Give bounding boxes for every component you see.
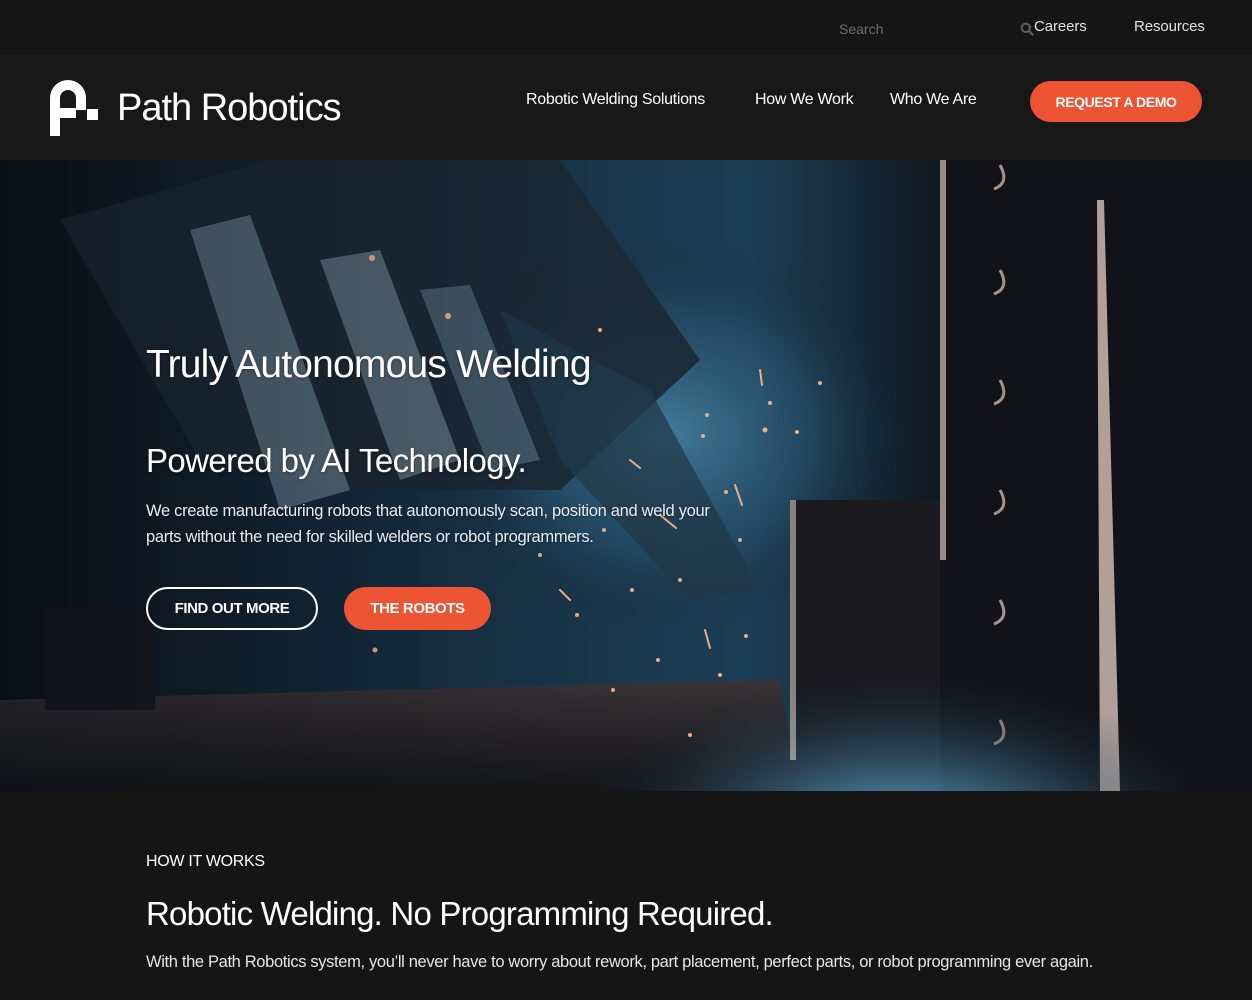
- careers-link[interactable]: Careers: [1034, 18, 1087, 35]
- the-robots-button[interactable]: THE ROBOTS: [344, 587, 491, 630]
- request-demo-button[interactable]: REQUEST A DEMO: [1030, 81, 1202, 122]
- section-description: With the Path Robotics system, you’ll ne…: [146, 953, 1093, 971]
- utility-bar: Careers Resources: [0, 0, 1252, 54]
- search-input[interactable]: [826, 14, 1020, 44]
- how-it-works-section: HOW IT WORKS Robotic Welding. No Program…: [0, 791, 1252, 1000]
- main-navigation: Path Robotics Robotic Welding Solutions …: [0, 54, 1252, 160]
- hero-title: Truly Autonomous Welding: [146, 343, 592, 386]
- brand-logo-link[interactable]: Path Robotics: [50, 80, 342, 136]
- nav-how-we-work[interactable]: How We Work: [755, 91, 854, 109]
- nav-who-we-are[interactable]: Who We Are: [890, 91, 977, 109]
- hero-description: We create manufacturing robots that auto…: [146, 502, 710, 546]
- hero-subtitle: Powered by AI Technology.: [146, 442, 527, 479]
- hero-section: Truly Autonomous Welding Powered by AI T…: [0, 160, 1252, 791]
- section-title: Robotic Welding. No Programming Required…: [146, 895, 774, 932]
- path-robotics-logo-icon: [50, 80, 98, 136]
- resources-link[interactable]: Resources: [1134, 18, 1205, 35]
- search-box: [826, 14, 1034, 44]
- brand-name: Path Robotics: [117, 87, 342, 129]
- section-eyebrow: HOW IT WORKS: [146, 853, 265, 870]
- search-icon[interactable]: [1020, 14, 1034, 44]
- find-out-more-button[interactable]: FIND OUT MORE: [146, 587, 318, 630]
- nav-robotic-welding-solutions[interactable]: Robotic Welding Solutions: [526, 91, 705, 109]
